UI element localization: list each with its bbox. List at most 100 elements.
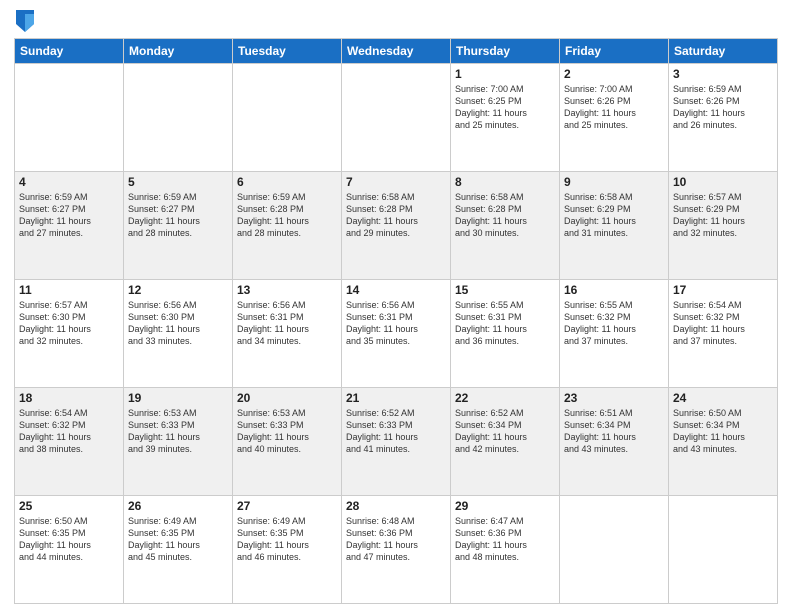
day-info: Sunrise: 6:52 AMSunset: 6:34 PMDaylight:… (455, 408, 527, 454)
col-header-thursday: Thursday (451, 39, 560, 64)
calendar-cell: 17Sunrise: 6:54 AMSunset: 6:32 PMDayligh… (669, 280, 778, 388)
col-header-monday: Monday (124, 39, 233, 64)
day-number: 21 (346, 391, 446, 405)
day-info: Sunrise: 6:56 AMSunset: 6:30 PMDaylight:… (128, 300, 200, 346)
day-number: 10 (673, 175, 773, 189)
day-info: Sunrise: 6:50 AMSunset: 6:35 PMDaylight:… (19, 516, 91, 562)
day-number: 3 (673, 67, 773, 81)
day-info: Sunrise: 6:47 AMSunset: 6:36 PMDaylight:… (455, 516, 527, 562)
calendar-cell: 7 Sunrise: 6:58 AMSunset: 6:28 PMDaylight… (342, 172, 451, 280)
calendar-cell: 18 Sunrise: 6:54 AMSunset: 6:32 PMDayligh… (15, 388, 124, 496)
page: SundayMondayTuesdayWednesdayThursdayFrid… (0, 0, 792, 612)
calendar-week-row: 11 Sunrise: 6:57 AMSunset: 6:30 PMDayligh… (15, 280, 778, 388)
day-info: Sunrise: 6:58 AMSunset: 6:28 PMDaylight:… (346, 192, 418, 238)
day-info: Sunrise: 6:59 AMSunset: 6:26 PMDaylight:… (673, 84, 745, 130)
calendar-cell: 19Sunrise: 6:53 AMSunset: 6:33 PMDayligh… (124, 388, 233, 496)
day-number: 25 (19, 499, 119, 513)
calendar-cell: 20Sunrise: 6:53 AMSunset: 6:33 PMDayligh… (233, 388, 342, 496)
day-info: Sunrise: 6:49 AMSunset: 6:35 PMDaylight:… (237, 516, 309, 562)
day-number: 9 (564, 175, 664, 189)
calendar-cell: 2Sunrise: 7:00 AMSunset: 6:26 PMDaylight… (560, 64, 669, 172)
logo-icon (16, 10, 34, 32)
day-info: Sunrise: 6:49 AMSunset: 6:35 PMDaylight:… (128, 516, 200, 562)
calendar-cell (669, 496, 778, 604)
calendar-cell: 9 Sunrise: 6:58 AMSunset: 6:29 PMDaylight… (560, 172, 669, 280)
calendar-cell: 21 Sunrise: 6:52 AMSunset: 6:33 PMDayligh… (342, 388, 451, 496)
calendar-week-row: 4 Sunrise: 6:59 AMSunset: 6:27 PMDaylight… (15, 172, 778, 280)
day-number: 17 (673, 283, 773, 297)
col-header-saturday: Saturday (669, 39, 778, 64)
day-info: Sunrise: 6:55 AMSunset: 6:31 PMDaylight:… (455, 300, 527, 346)
day-number: 5 (128, 175, 228, 189)
day-number: 18 (19, 391, 119, 405)
day-number: 23 (564, 391, 664, 405)
day-info: Sunrise: 6:56 AMSunset: 6:31 PMDaylight:… (237, 300, 309, 346)
calendar-cell: 28Sunrise: 6:48 AMSunset: 6:36 PMDayligh… (342, 496, 451, 604)
day-number: 15 (455, 283, 555, 297)
day-info: Sunrise: 7:00 AMSunset: 6:25 PMDaylight:… (455, 84, 527, 130)
day-number: 22 (455, 391, 555, 405)
day-number: 16 (564, 283, 664, 297)
calendar-cell: 4 Sunrise: 6:59 AMSunset: 6:27 PMDaylight… (15, 172, 124, 280)
day-info: Sunrise: 6:58 AMSunset: 6:28 PMDaylight:… (455, 192, 527, 238)
day-number: 8 (455, 175, 555, 189)
calendar-header-row: SundayMondayTuesdayWednesdayThursdayFrid… (15, 39, 778, 64)
calendar-cell: 26 Sunrise: 6:49 AMSunset: 6:35 PMDayligh… (124, 496, 233, 604)
calendar-cell: 3 Sunrise: 6:59 AMSunset: 6:26 PMDaylight… (669, 64, 778, 172)
day-number: 27 (237, 499, 337, 513)
calendar-cell: 29 Sunrise: 6:47 AMSunset: 6:36 PMDayligh… (451, 496, 560, 604)
calendar-cell: 12 Sunrise: 6:56 AMSunset: 6:30 PMDayligh… (124, 280, 233, 388)
day-number: 29 (455, 499, 555, 513)
calendar-week-row: 25 Sunrise: 6:50 AMSunset: 6:35 PMDayligh… (15, 496, 778, 604)
calendar-cell: 10 Sunrise: 6:57 AMSunset: 6:29 PMDayligh… (669, 172, 778, 280)
calendar-cell: 5 Sunrise: 6:59 AMSunset: 6:27 PMDaylight… (124, 172, 233, 280)
calendar-cell (560, 496, 669, 604)
col-header-sunday: Sunday (15, 39, 124, 64)
day-info: Sunrise: 6:52 AMSunset: 6:33 PMDaylight:… (346, 408, 418, 454)
calendar-cell: 14 Sunrise: 6:56 AMSunset: 6:31 PMDayligh… (342, 280, 451, 388)
calendar-cell: 8 Sunrise: 6:58 AMSunset: 6:28 PMDaylight… (451, 172, 560, 280)
calendar-cell: 1 Sunrise: 7:00 AMSunset: 6:25 PMDaylight… (451, 64, 560, 172)
col-header-friday: Friday (560, 39, 669, 64)
calendar-cell: 27 Sunrise: 6:49 AMSunset: 6:35 PMDayligh… (233, 496, 342, 604)
day-number: 24 (673, 391, 773, 405)
day-number: 7 (346, 175, 446, 189)
calendar-cell: 22 Sunrise: 6:52 AMSunset: 6:34 PMDayligh… (451, 388, 560, 496)
day-number: 1 (455, 67, 555, 81)
day-info: Sunrise: 6:59 AMSunset: 6:28 PMDaylight:… (237, 192, 309, 238)
calendar-cell: 23 Sunrise: 6:51 AMSunset: 6:34 PMDayligh… (560, 388, 669, 496)
calendar-cell: 6 Sunrise: 6:59 AMSunset: 6:28 PMDaylight… (233, 172, 342, 280)
calendar-cell (342, 64, 451, 172)
calendar-cell: 15 Sunrise: 6:55 AMSunset: 6:31 PMDayligh… (451, 280, 560, 388)
day-number: 14 (346, 283, 446, 297)
day-info: Sunrise: 6:57 AMSunset: 6:30 PMDaylight:… (19, 300, 91, 346)
day-number: 19 (128, 391, 228, 405)
day-info: Sunrise: 6:58 AMSunset: 6:29 PMDaylight:… (564, 192, 636, 238)
logo-area (14, 10, 34, 34)
day-number: 6 (237, 175, 337, 189)
day-info: Sunrise: 6:57 AMSunset: 6:29 PMDaylight:… (673, 192, 745, 238)
day-number: 4 (19, 175, 119, 189)
calendar-cell: 11 Sunrise: 6:57 AMSunset: 6:30 PMDayligh… (15, 280, 124, 388)
day-info: Sunrise: 6:54 AMSunset: 6:32 PMDaylight:… (19, 408, 91, 454)
calendar-cell: 24 Sunrise: 6:50 AMSunset: 6:34 PMDayligh… (669, 388, 778, 496)
day-info: Sunrise: 6:56 AMSunset: 6:31 PMDaylight:… (346, 300, 418, 346)
day-number: 2 (564, 67, 664, 81)
day-info: Sunrise: 6:50 AMSunset: 6:34 PMDaylight:… (673, 408, 745, 454)
calendar-cell (124, 64, 233, 172)
day-info: Sunrise: 6:59 AMSunset: 6:27 PMDaylight:… (19, 192, 91, 238)
calendar-cell: 16 Sunrise: 6:55 AMSunset: 6:32 PMDayligh… (560, 280, 669, 388)
day-info: Sunrise: 6:59 AMSunset: 6:27 PMDaylight:… (128, 192, 200, 238)
day-number: 28 (346, 499, 446, 513)
day-info: Sunrise: 6:51 AMSunset: 6:34 PMDaylight:… (564, 408, 636, 454)
day-info: Sunrise: 6:55 AMSunset: 6:32 PMDaylight:… (564, 300, 636, 346)
day-number: 13 (237, 283, 337, 297)
day-number: 11 (19, 283, 119, 297)
calendar-week-row: 18 Sunrise: 6:54 AMSunset: 6:32 PMDayligh… (15, 388, 778, 496)
calendar-cell: 13 Sunrise: 6:56 AMSunset: 6:31 PMDayligh… (233, 280, 342, 388)
calendar-cell (233, 64, 342, 172)
day-number: 26 (128, 499, 228, 513)
calendar-week-row: 1 Sunrise: 7:00 AMSunset: 6:25 PMDaylight… (15, 64, 778, 172)
day-number: 12 (128, 283, 228, 297)
col-header-wednesday: Wednesday (342, 39, 451, 64)
